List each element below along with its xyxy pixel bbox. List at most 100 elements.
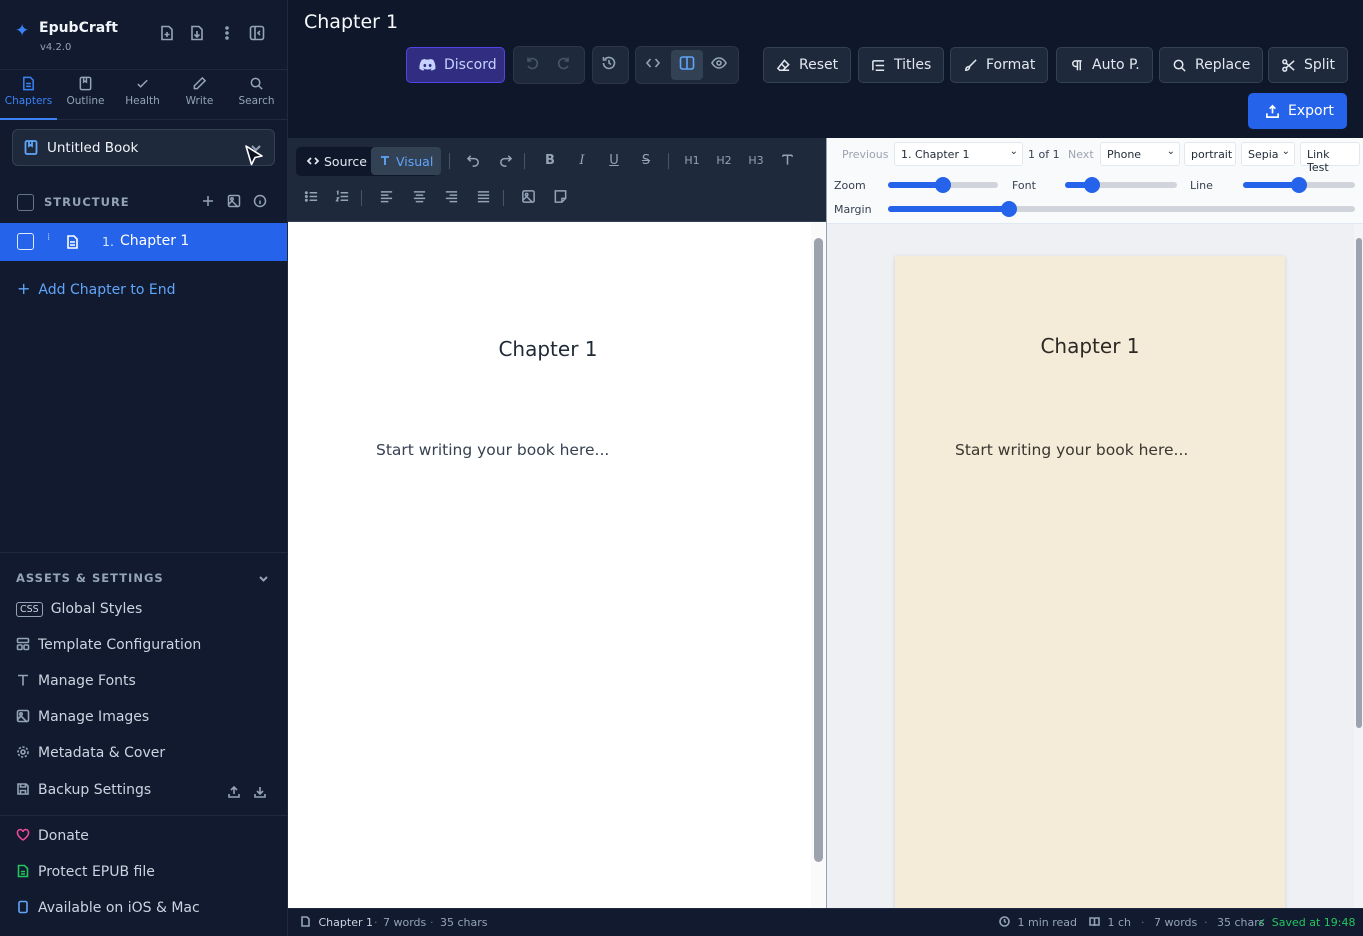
slider-knob[interactable] xyxy=(1291,177,1307,193)
slider-knob[interactable] xyxy=(1083,177,1100,193)
bullet-list-icon[interactable] xyxy=(302,189,320,207)
import-file-icon[interactable] xyxy=(189,25,209,45)
assets-settings-header[interactable]: ASSETS & SETTINGS xyxy=(0,552,287,599)
collapse-sidebar-icon[interactable] xyxy=(249,25,269,45)
divider xyxy=(503,190,504,206)
reset-button[interactable]: Reset xyxy=(763,47,852,83)
line-label: Line xyxy=(1190,179,1213,192)
align-center-icon[interactable] xyxy=(410,189,428,207)
tab-chapters[interactable]: Chapters xyxy=(0,70,57,120)
source-mode-button[interactable]: Source xyxy=(299,147,375,175)
source-label: Source xyxy=(324,153,367,169)
export-label: Export xyxy=(1288,103,1334,119)
numbered-list-icon[interactable] xyxy=(333,189,351,207)
heading3-icon[interactable]: H3 xyxy=(746,152,766,170)
image-icon[interactable] xyxy=(227,194,241,208)
drag-handle-icon[interactable]: ⁞ xyxy=(47,233,53,249)
editor-content[interactable]: Chapter 1 Start writing your book here..… xyxy=(288,222,826,908)
link-test-button[interactable]: Link Test xyxy=(1300,142,1360,174)
align-justify-icon[interactable] xyxy=(474,189,492,207)
metadata-cover-item[interactable]: Metadata & Cover xyxy=(16,745,165,765)
editor-scrollbar[interactable] xyxy=(811,222,826,908)
align-right-icon[interactable] xyxy=(442,189,460,207)
template-configuration-item[interactable]: Template Configuration xyxy=(16,637,201,657)
visual-mode-button[interactable]: Visual xyxy=(371,147,442,175)
insert-note-icon[interactable] xyxy=(551,189,569,207)
manage-images-item[interactable]: Manage Images xyxy=(16,709,149,729)
add-chapter-button[interactable]: + Add Chapter to End xyxy=(17,279,176,298)
saved-text: Saved at 19:48 xyxy=(1271,916,1356,929)
slider-knob[interactable] xyxy=(1001,201,1018,217)
split-view-icon[interactable] xyxy=(679,55,701,77)
undo-icon[interactable] xyxy=(464,152,482,170)
tab-outline[interactable]: Outline xyxy=(57,70,114,119)
orientation-button[interactable]: portrait xyxy=(1184,142,1236,166)
insert-image-icon[interactable] xyxy=(519,189,537,207)
sidebar-header: ✦ EpubCraft v4.2.0 xyxy=(0,0,287,70)
chevron-down-icon: ⌄ xyxy=(1009,146,1018,157)
previous-button[interactable]: Previous xyxy=(842,148,889,161)
chapter-select[interactable]: 1. Chapter 1 ⌄ xyxy=(894,142,1023,166)
strikethrough-icon[interactable]: S xyxy=(637,152,655,170)
split-button[interactable]: Split xyxy=(1268,47,1349,83)
italic-icon[interactable]: I xyxy=(573,152,591,170)
page-title: Chapter 1 xyxy=(304,11,399,33)
bold-icon[interactable]: B xyxy=(541,152,559,170)
new-file-icon[interactable] xyxy=(159,25,179,45)
select-all-checkbox[interactable] xyxy=(17,194,34,211)
heading2-icon[interactable]: H2 xyxy=(714,152,734,170)
theme-select[interactable]: Sepia ⌄ xyxy=(1241,142,1295,166)
slider-knob[interactable] xyxy=(935,177,951,193)
font-size-slider[interactable] xyxy=(1065,177,1177,193)
zoom-slider[interactable] xyxy=(888,177,998,193)
item-label: Backup Settings xyxy=(38,782,152,798)
eye-icon[interactable] xyxy=(711,55,733,77)
file-text-icon xyxy=(23,76,34,91)
device-select[interactable]: Phone ⌄ xyxy=(1100,142,1180,166)
upload-icon[interactable] xyxy=(227,785,241,799)
replace-button[interactable]: Replace xyxy=(1159,47,1264,83)
tab-write[interactable]: Write xyxy=(171,70,228,119)
scrollbar-thumb[interactable] xyxy=(814,238,823,862)
preview-scrollbar[interactable] xyxy=(1354,224,1363,908)
auto-paragraph-button[interactable]: Auto P. xyxy=(1056,47,1153,83)
align-left-icon[interactable] xyxy=(377,189,395,207)
undo-icon[interactable] xyxy=(524,55,546,77)
redo-icon[interactable] xyxy=(556,55,578,77)
chapter-checkbox[interactable] xyxy=(17,233,34,250)
backup-settings-item[interactable]: Backup Settings xyxy=(16,782,151,802)
manage-fonts-item[interactable]: Manage Fonts xyxy=(16,673,136,693)
text-style-icon[interactable] xyxy=(778,152,796,170)
ios-mac-link[interactable]: Available on iOS & Mac xyxy=(16,900,200,920)
global-styles-item[interactable]: CSS Global Styles xyxy=(16,601,142,621)
protect-epub-link[interactable]: Protect EPUB file xyxy=(16,864,155,884)
editor-body-text[interactable]: Start writing your book here... xyxy=(376,441,609,459)
donate-link[interactable]: Donate xyxy=(16,828,89,848)
export-button[interactable]: Export xyxy=(1248,93,1347,129)
line-height-slider[interactable] xyxy=(1243,177,1355,193)
next-button[interactable]: Next xyxy=(1068,148,1094,161)
more-vertical-icon[interactable] xyxy=(219,25,239,45)
book-icon xyxy=(24,140,38,155)
clock-icon xyxy=(999,916,1010,927)
plus-icon[interactable] xyxy=(201,194,215,208)
format-button[interactable]: Format xyxy=(950,47,1049,83)
discord-button[interactable]: Discord xyxy=(406,47,505,83)
info-icon[interactable] xyxy=(253,194,267,208)
history-icon[interactable] xyxy=(601,55,623,77)
scrollbar-thumb[interactable] xyxy=(1356,238,1362,728)
tab-health[interactable]: Health xyxy=(114,70,171,119)
book-selector[interactable]: Untitled Book xyxy=(12,129,275,166)
download-icon[interactable] xyxy=(253,785,267,799)
editor-chapter-heading[interactable]: Chapter 1 xyxy=(288,337,808,361)
margin-slider[interactable] xyxy=(888,201,1355,217)
chapter-list-item[interactable]: ⁞ 1. Chapter 1 xyxy=(0,223,287,261)
redo-icon[interactable] xyxy=(496,152,514,170)
underline-icon[interactable]: U xyxy=(605,152,623,170)
item-label: Protect EPUB file xyxy=(38,864,155,880)
page-count: 1 of 1 xyxy=(1028,148,1060,161)
tab-search[interactable]: Search xyxy=(228,70,285,119)
code-icon[interactable] xyxy=(645,55,667,77)
heading1-icon[interactable]: H1 xyxy=(682,152,702,170)
titles-button[interactable]: Titles xyxy=(858,47,945,83)
